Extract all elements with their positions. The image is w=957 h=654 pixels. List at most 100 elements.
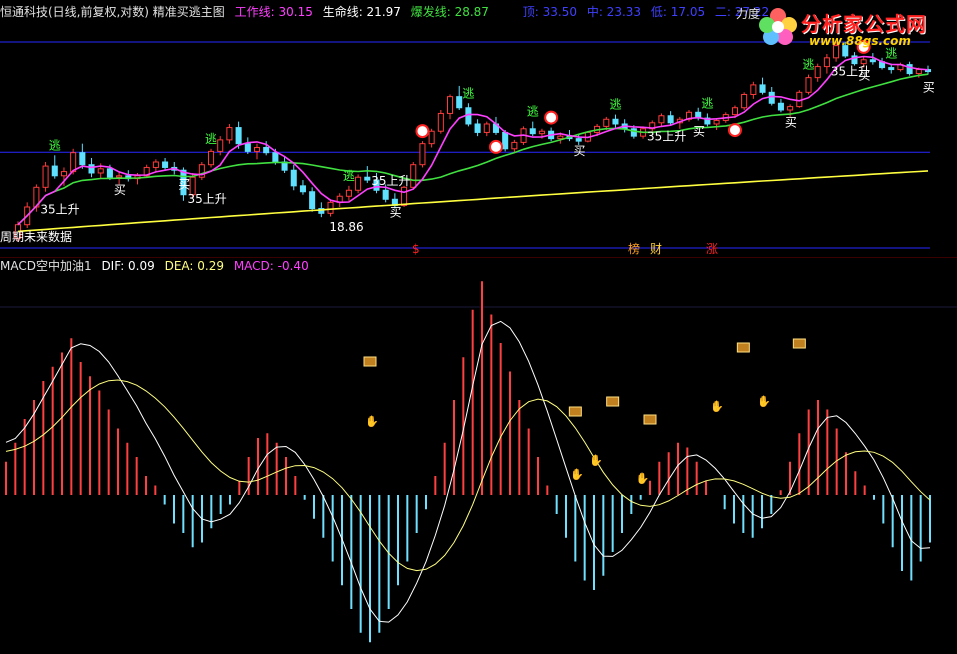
watermark-url: www.88gs.com [809,34,911,48]
hand-marker: ✋ [365,415,379,428]
hand-marker: ✋ [636,472,650,485]
flag-marker [363,356,377,367]
candle-body [345,189,352,197]
candle-body [70,152,77,173]
flower-icon [759,8,797,45]
escape-signal: 逃 [49,138,61,152]
candle-body [538,130,545,135]
candle-body [106,168,113,178]
escape-signal: 逃 [205,132,217,146]
candle-body [888,67,895,71]
candle-body [419,143,426,166]
dea-label: DEA: 0.29 [164,259,224,273]
candle-body [731,107,738,116]
life-line-label: 生命线: 21.97 [322,5,401,19]
top-level-label: 顶: 33.50 [522,5,577,19]
circle-marker [544,110,559,125]
candle-body [235,127,242,145]
candle-body [272,152,279,163]
candle-body [88,164,95,174]
candle-body [741,93,748,109]
chart-title: 恒通科技(日线,前复权,对数) 精准买逃主图 [0,5,225,19]
low-price-label: 18.86 [329,220,363,234]
candle-body [79,152,86,166]
watermark-title: 分析家公式网 [801,12,927,36]
dif-line [5,320,931,623]
macd-value-label: MACD: -0.40 [233,259,309,273]
candle-body [603,118,610,127]
candle-body [667,115,674,124]
buy-signal: 买 [178,177,190,191]
unfinished-data-label: 周期未来数据 [0,229,72,244]
candle-body [768,91,775,104]
candle-body [759,84,766,93]
candle-body [410,164,417,188]
candle-body [309,191,316,210]
candle-body [456,96,463,109]
low-level-label: 低: 17.05 [650,5,706,19]
candle-body [860,59,867,65]
bottom-mark: $ [412,242,420,256]
flag-marker [643,414,657,425]
buy-signal: 买 [785,115,797,129]
candle-body [116,175,123,178]
work-line-label: 工作线: 30.15 [234,5,313,19]
macd-histogram [5,281,931,643]
main-header: 恒通科技(日线,前复权,对数) 精准买逃主图 工作线: 30.15 生命线: 2… [0,4,775,20]
candle-body [162,161,169,168]
candle-body [906,64,913,75]
candle-body [437,112,444,132]
macd-header: MACD空中加油1 DIF: 0.09 DEA: 0.29 MACD: -0.4… [0,258,315,274]
burst-line [17,170,929,233]
mid-level-label: 中: 23.33 [586,5,642,19]
escape-signal: 逃 [803,58,815,72]
stock-chart-canvas[interactable]: 逃逃逃逃逃逃 逃逃逃买 买买买买买买买35上升35上升35上升35上升35上升18.… [0,0,957,654]
flag-marker [792,338,806,349]
bottom-mark: 财 [650,242,662,256]
candle-body [575,138,582,142]
buy-signal: 买 [114,183,126,197]
burst-line-label: 爆发线: 28.87 [410,5,489,19]
candle-body [382,189,389,200]
candle-body [299,185,306,193]
candle-body [263,147,270,154]
escape-signal: 逃 [462,86,474,100]
macd-signal-markers: ✋ ✋ ✋ ✋ ✋ ✋ [363,338,806,485]
circle-marker [727,123,742,138]
candle-body [290,169,297,187]
buy-signal: 买 [574,144,586,158]
candle-body [787,106,794,111]
escape-signal: 逃 [343,169,355,183]
rise35-signal: 35上升 [371,174,410,188]
candle-body [51,165,58,177]
buy-signal: 买 [923,81,935,95]
candle-body [869,59,876,63]
candle-body [502,131,509,150]
candle-body [208,150,215,166]
candle-body [915,69,922,75]
watermark-logo: 分析家公式网 www.88gs.com [751,2,951,54]
rise35-signal: 35上升 [647,130,686,144]
candle-body [777,102,784,111]
candle-body [97,168,104,174]
rise35-signal: 35上升 [831,65,870,79]
buy-signal: 买 [693,125,705,139]
candle-body [823,57,830,68]
candle-body [244,143,251,152]
candle-body [364,176,371,181]
buy-signal: 买 [390,205,402,219]
hand-marker: ✋ [757,395,771,408]
escape-signal: 逃 [609,98,621,112]
candle-body [355,176,362,191]
candle-body [152,161,159,168]
macd-title: MACD空中加油1 [0,259,92,273]
candle-body [557,135,564,140]
candle-body [630,128,637,137]
dif-label: DIF: 0.09 [101,259,155,273]
candle-body [511,141,518,150]
candle-body [805,77,812,93]
rise35-signal: 35上升 [40,203,79,217]
hand-marker: ✋ [570,468,584,481]
candle-body [428,130,435,145]
hand-marker: ✋ [710,400,724,413]
